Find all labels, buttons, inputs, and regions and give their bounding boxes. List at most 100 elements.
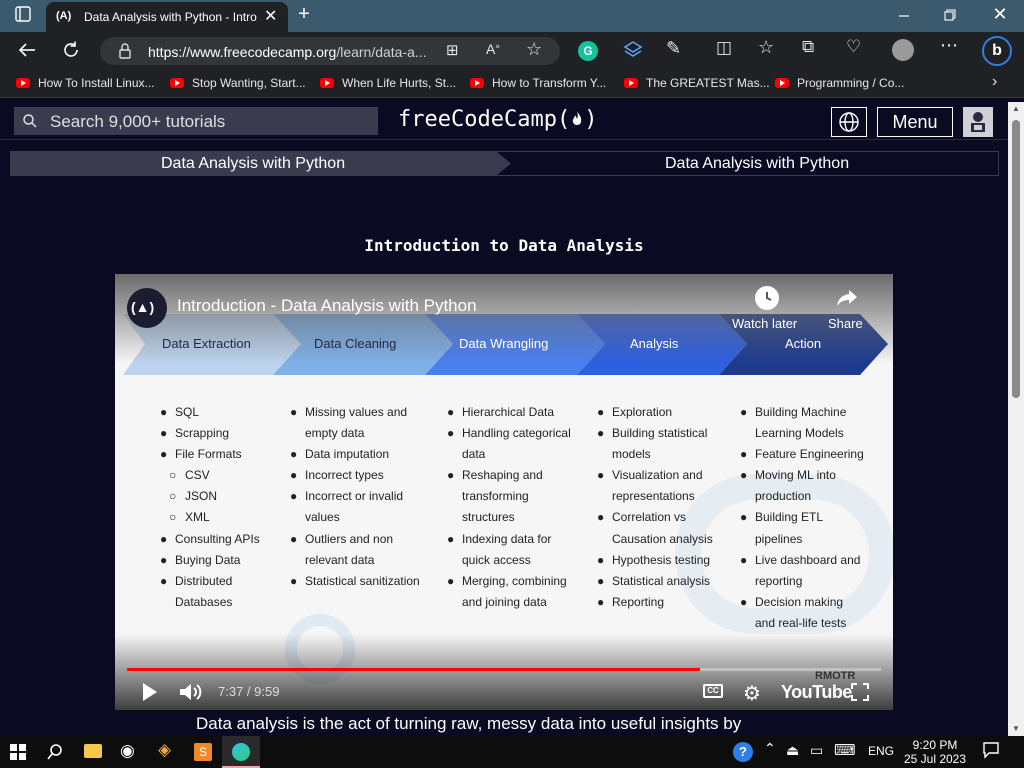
captions-icon[interactable]: CC [703, 684, 723, 698]
tray-chevron-up-icon[interactable]: ⌃ [764, 740, 776, 757]
list-item: and real-life tests [755, 615, 847, 630]
list-item: ● Incorrect or invalid [290, 489, 404, 504]
browser-essentials-icon[interactable]: ♡ [846, 37, 861, 57]
battery-icon[interactable]: ▭ [810, 742, 823, 759]
bookmark-item[interactable]: How To Install Linux... [16, 76, 155, 92]
list-item: ● Hierarchical Data [447, 405, 555, 419]
read-aloud-icon[interactable]: A» [486, 41, 500, 57]
watch-later-label[interactable]: Watch later [732, 316, 797, 331]
youtube-logo[interactable]: YouTube [781, 682, 852, 703]
menu-button[interactable]: Menu [877, 107, 953, 137]
address-bar[interactable]: https://www.freecodecamp.org/learn/data-… [100, 37, 560, 65]
back-arrow-icon[interactable] [16, 39, 38, 61]
more-options-icon[interactable]: ⋯ [940, 35, 958, 56]
scrollbar-thumb[interactable] [1012, 120, 1020, 398]
new-tab-icon[interactable]: + [294, 3, 314, 26]
fcc-favicon-icon: (A) [56, 10, 72, 22]
bookmark-item[interactable]: When Life Hurts, St... [320, 76, 456, 92]
tab-close-icon[interactable]: ✕ [264, 6, 277, 26]
list-item: ● Indexing data for [447, 531, 552, 546]
app-available-icon[interactable]: ⊞ [446, 41, 459, 59]
taskbar-search-icon[interactable] [46, 743, 64, 761]
stage-label: Action [785, 336, 822, 351]
profile-avatar[interactable] [892, 39, 914, 61]
refresh-icon[interactable] [60, 39, 82, 61]
volume-icon[interactable] [179, 682, 203, 702]
fcc-logo[interactable]: freeCodeCamp( ) [398, 107, 597, 132]
video-player[interactable]: Data Extraction Data Cleaning Data Wrang… [115, 274, 893, 710]
file-explorer-icon[interactable] [84, 744, 102, 758]
bookmark-item[interactable]: Stop Wanting, Start... [170, 76, 306, 92]
restore-icon[interactable] [944, 6, 964, 24]
user-avatar[interactable] [963, 107, 993, 137]
help-icon[interactable]: ? [733, 742, 753, 762]
bookmarks-overflow-chevron-icon[interactable]: › [992, 73, 997, 90]
youtube-icon [320, 78, 334, 88]
progress-fill [127, 668, 701, 671]
video-title[interactable]: Introduction - Data Analysis with Python [177, 296, 477, 316]
bookmark-item[interactable]: The GREATEST Mas... [624, 76, 770, 92]
play-icon[interactable] [141, 682, 159, 702]
window-close-icon[interactable]: ✕ [990, 4, 1010, 25]
windows-start-icon[interactable] [10, 744, 26, 760]
favorite-star-icon[interactable]: ☆ [526, 39, 542, 60]
fullscreen-icon[interactable] [851, 683, 869, 701]
taskbar-clock[interactable]: 9:20 PM 25 Jul 2023 [900, 738, 970, 766]
bookmark-item[interactable]: How to Transform Y... [470, 76, 606, 92]
column-cleaning: ● Missing values and empty data ● Data imp… [290, 402, 420, 592]
scroll-down-icon[interactable]: ▼ [1012, 724, 1020, 733]
grammarly-icon[interactable]: G [578, 41, 598, 61]
sourcetree-icon[interactable]: ◈ [158, 740, 171, 760]
notifications-icon[interactable] [982, 741, 1000, 759]
globe-icon [838, 111, 860, 133]
browser-tab-active[interactable]: (A) Data Analysis with Python - Intro ✕ [46, 2, 288, 32]
extensions-puzzle-icon[interactable]: ✎ [666, 38, 681, 59]
list-item: ● Handling categorical [447, 426, 571, 441]
layers-extension-icon[interactable] [622, 39, 644, 61]
channel-avatar[interactable]: (▲) [127, 288, 167, 328]
bookmarks-bar: How To Install Linux... Stop Wanting, St… [0, 70, 1024, 98]
stage-label: Data Extraction [162, 336, 251, 351]
bing-chat-icon[interactable]: b [982, 36, 1012, 66]
tab-actions-icon[interactable] [14, 5, 34, 23]
bookmark-item[interactable]: Programming / Co... [775, 76, 904, 92]
list-item: ● Statistical analysis [597, 573, 711, 588]
share-label[interactable]: Share [828, 316, 863, 331]
edge-icon [232, 743, 250, 761]
lock-icon[interactable] [118, 42, 132, 60]
keyboard-icon[interactable]: ⌨ [834, 741, 856, 759]
collections-icon[interactable]: ⧉ [802, 37, 814, 57]
browser-title-bar: (A) Data Analysis with Python - Intro ✕ … [0, 0, 1024, 32]
breadcrumb-block-label[interactable]: Data Analysis with Python [665, 155, 849, 173]
split-screen-icon[interactable]: ◫ [716, 38, 732, 58]
list-item: ● Building Machine [740, 405, 847, 419]
scroll-up-icon[interactable]: ▲ [1012, 104, 1020, 113]
fcc-header: Search 9,000+ tutorials freeCodeCamp( ) … [0, 102, 1008, 140]
progress-track[interactable] [127, 668, 881, 671]
youtube-icon [775, 78, 789, 88]
list-item: representations [612, 489, 695, 504]
list-item: ● Correlation vs [597, 510, 687, 525]
settings-gear-icon[interactable]: ⚙ [743, 681, 761, 706]
search-input[interactable]: Search 9,000+ tutorials [14, 107, 378, 135]
clock-icon[interactable] [755, 286, 779, 310]
breadcrumb-superblock-label[interactable]: Data Analysis with Python [161, 155, 345, 173]
list-item: ● Distributed [160, 573, 233, 588]
page-scrollbar[interactable]: ▲ ▼ [1008, 102, 1024, 738]
list-item: ● Building ETL [740, 510, 824, 525]
list-item: ● Reporting [597, 594, 665, 609]
language-indicator[interactable]: ENG [868, 744, 894, 758]
edge-taskbar-item[interactable] [222, 736, 260, 768]
language-globe-button[interactable] [831, 107, 867, 137]
lesson-title: Introduction to Data Analysis [364, 236, 644, 255]
obs-icon[interactable]: ◉ [120, 741, 135, 761]
breadcrumb: Data Analysis with Python Data Analysis … [10, 151, 999, 176]
list-item: models [612, 447, 651, 462]
favorites-icon[interactable]: ☆ [758, 37, 774, 58]
minimize-icon[interactable] [898, 6, 918, 24]
share-arrow-icon[interactable] [835, 286, 859, 310]
list-item: ● Data imputation [290, 447, 390, 462]
usb-icon[interactable]: ⏏ [786, 742, 799, 759]
url-text[interactable]: https://www.freecodecamp.org/learn/data-… [148, 44, 427, 60]
sublime-text-icon[interactable]: S [194, 743, 212, 761]
